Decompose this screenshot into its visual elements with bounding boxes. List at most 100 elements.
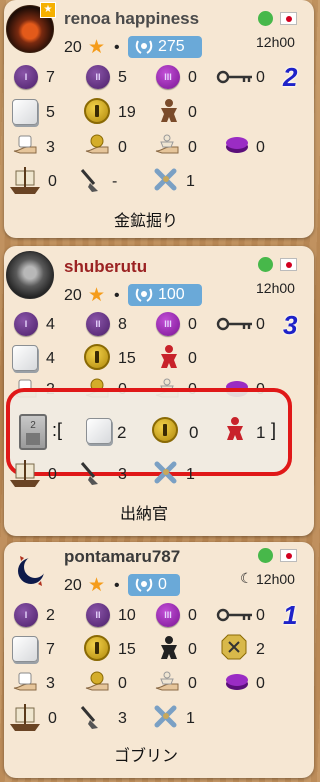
job-title: 金鉱掘り [114, 213, 179, 230]
shovel-icon [80, 462, 98, 485]
score-value: 20 [64, 577, 82, 594]
meeple-icon [161, 345, 177, 368]
purple-disc-icon [226, 674, 248, 690]
purple-coin-II-icon: II [86, 312, 110, 336]
meeple-count: 0 [188, 641, 197, 658]
elo-value: 100 [158, 286, 185, 303]
disc-count: 0 [256, 675, 265, 692]
meeple-icon [227, 417, 243, 440]
gold-count: 15 [118, 641, 136, 658]
hand-cube-count: 3 [46, 675, 55, 692]
highlight-box [6, 388, 292, 476]
flag-japan-icon [280, 549, 297, 562]
hand-meeple-count: 0 [188, 139, 197, 156]
tool-count: 1 [186, 466, 195, 483]
hand-gold-count: 0 [118, 675, 127, 692]
player-name[interactable]: pontamaru787 [64, 547, 180, 567]
tool-icon [154, 461, 177, 484]
tool-icon [154, 168, 177, 191]
laurel-icon [135, 288, 153, 302]
flag-japan-icon [280, 258, 297, 271]
meeple-count: 0 [188, 104, 197, 121]
purple-disc-icon [226, 137, 248, 153]
job-title: ゴブリン [114, 748, 179, 765]
gold-coin-icon [84, 344, 110, 370]
cube-count: 7 [46, 641, 55, 658]
highlight-gold-count: 0 [189, 423, 199, 442]
gold-coin-icon [152, 417, 178, 443]
elo-badge[interactable]: 0 [128, 574, 180, 596]
shovel-count: 3 [118, 710, 127, 727]
clock-time: 12h00 [256, 280, 295, 296]
elo-value: 275 [158, 38, 185, 55]
purple-coin-III-icon: III [156, 65, 180, 89]
key-count: 0 [256, 607, 265, 624]
separator-dot: • [114, 39, 120, 56]
player-name[interactable]: shuberutu [64, 257, 147, 277]
purple-coin-III-icon: III [156, 603, 180, 627]
ship-icon [10, 704, 40, 731]
online-dot-icon [258, 548, 273, 563]
separator-dot: • [114, 577, 120, 594]
coin-III-count: 0 [188, 607, 197, 624]
white-cube-icon [12, 345, 38, 371]
disc-count: 0 [256, 139, 265, 156]
key-icon [216, 70, 252, 84]
tool-count: 1 [186, 710, 195, 727]
building-card-icon[interactable]: 2 [19, 414, 47, 450]
avatar[interactable] [12, 552, 50, 590]
ship-count: 0 [48, 710, 57, 727]
score-value: 20 [64, 287, 82, 304]
key-icon [216, 608, 252, 622]
purple-coin-III-icon: III [156, 312, 180, 336]
hand-gold-icon [85, 134, 109, 154]
moon-avatar-icon [18, 556, 46, 586]
key-count: 0 [256, 69, 265, 86]
coin-III-count: 0 [188, 316, 197, 333]
elo-badge[interactable]: 100 [128, 284, 202, 306]
ship-icon [10, 167, 40, 194]
online-dot-icon [258, 11, 273, 26]
tool-count: 1 [186, 173, 195, 190]
elo-value: 0 [158, 576, 167, 593]
crossed-coin-icon [221, 634, 247, 660]
ship-count: 0 [48, 466, 57, 483]
separator-dot: • [114, 287, 120, 304]
clock-time: 12h00 [256, 34, 295, 50]
ship-icon [10, 460, 40, 487]
laurel-icon [135, 578, 153, 592]
purple-coin-II-icon: II [86, 603, 110, 627]
online-dot-icon [258, 257, 273, 272]
coin-II-count: 5 [118, 69, 127, 86]
coin-I-count: 7 [46, 69, 55, 86]
bracket-open: :[ [52, 420, 63, 440]
purple-coin-I-icon: I [14, 603, 38, 627]
gold-coin-icon [84, 98, 110, 124]
shovel-count: 3 [118, 466, 127, 483]
coin-I-count: 2 [46, 607, 55, 624]
crossed-coin-count: 2 [256, 641, 265, 658]
avatar[interactable] [6, 251, 54, 299]
shovel-icon [80, 706, 98, 729]
player-name[interactable]: renoa happiness [64, 9, 199, 29]
meeple-icon [161, 636, 177, 659]
star-icon: ★ [88, 37, 106, 58]
cube-count: 4 [46, 350, 55, 367]
hand-gold-icon [85, 671, 109, 691]
purple-coin-II-icon: II [86, 65, 110, 89]
highlight-meeple-count: 1 [256, 423, 266, 442]
elo-badge[interactable]: 275 [128, 36, 202, 58]
meeple-count: 0 [188, 350, 197, 367]
star-icon: ★ [88, 285, 106, 306]
coin-II-count: 10 [118, 607, 136, 624]
clock-time: 12h00 [256, 571, 295, 587]
hand-gold-count: 0 [118, 139, 127, 156]
key-icon [216, 317, 252, 331]
star-icon: ★ [88, 575, 106, 596]
coin-I-count: 4 [46, 316, 55, 333]
shovel-icon [80, 169, 98, 192]
key-count: 0 [256, 316, 265, 333]
bracket-close: ] [271, 420, 277, 440]
coin-III-count: 0 [188, 69, 197, 86]
white-cube-icon [12, 636, 38, 662]
